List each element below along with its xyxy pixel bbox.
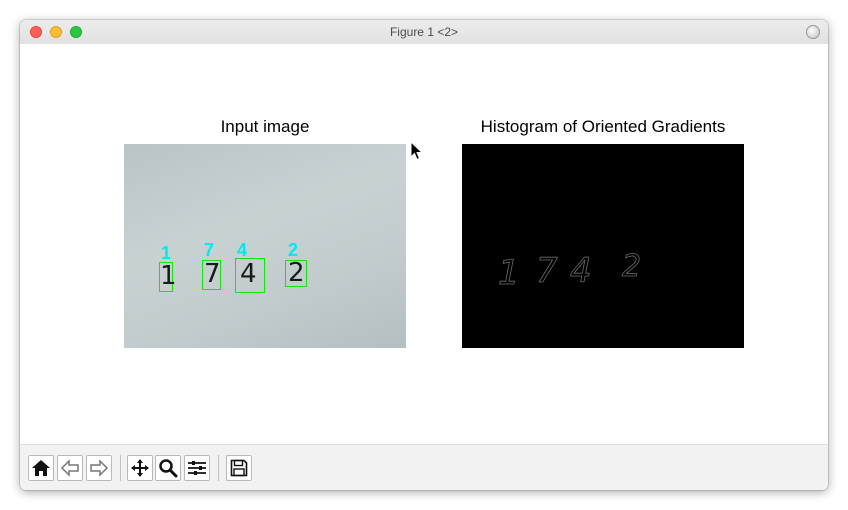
back-arrow-icon bbox=[60, 459, 79, 477]
forward-arrow-icon bbox=[90, 459, 109, 477]
save-button[interactable] bbox=[226, 455, 252, 481]
figure-window: Figure 1 <2> Input image 1 1 7 7 4 4 2 2… bbox=[20, 20, 828, 490]
input-image: 1 1 7 7 4 4 2 2 bbox=[124, 144, 406, 348]
hog-digit: 4 bbox=[570, 251, 594, 291]
hog-digit: 1 bbox=[498, 253, 522, 293]
home-button[interactable] bbox=[28, 455, 54, 481]
forward-button[interactable] bbox=[86, 455, 112, 481]
back-button[interactable] bbox=[57, 455, 83, 481]
pan-move-icon bbox=[131, 459, 149, 477]
handwritten-digit: 7 bbox=[204, 259, 221, 289]
handwritten-digit: 2 bbox=[288, 258, 305, 288]
hog-digit: 2 bbox=[622, 249, 644, 284]
digit-label: 7 bbox=[204, 240, 215, 260]
zoom-button[interactable] bbox=[155, 455, 181, 481]
toolbar-separator bbox=[218, 455, 219, 481]
window-title: Figure 1 <2> bbox=[389, 25, 459, 39]
configure-subplots-button[interactable] bbox=[184, 455, 210, 481]
handwritten-digit: 4 bbox=[240, 259, 257, 289]
hog-digit: 7 bbox=[536, 251, 560, 291]
hog-image: 1 7 4 2 bbox=[462, 144, 744, 348]
digit-label: 4 bbox=[237, 240, 248, 260]
navigation-toolbar bbox=[20, 444, 828, 490]
app-badge-icon bbox=[806, 25, 820, 39]
toolbar-separator bbox=[120, 455, 121, 481]
floppy-disk-icon bbox=[230, 459, 248, 477]
digit-label: 1 bbox=[161, 243, 172, 263]
zoom-magnifier-icon bbox=[159, 459, 178, 478]
title-bar[interactable]: Figure 1 <2> bbox=[20, 20, 828, 45]
pan-button[interactable] bbox=[127, 455, 153, 481]
handwritten-digit: 1 bbox=[160, 261, 177, 291]
mouse-cursor-icon bbox=[410, 141, 424, 161]
subplot-title-hog: Histogram of Oriented Gradients bbox=[480, 117, 726, 136]
figure-canvas[interactable]: Input image 1 1 7 7 4 4 2 2 Histogram of… bbox=[20, 44, 828, 444]
sliders-icon bbox=[188, 461, 206, 475]
subplot-title-input: Input image bbox=[220, 117, 310, 136]
digit-label: 2 bbox=[288, 240, 299, 260]
home-icon bbox=[32, 460, 50, 476]
